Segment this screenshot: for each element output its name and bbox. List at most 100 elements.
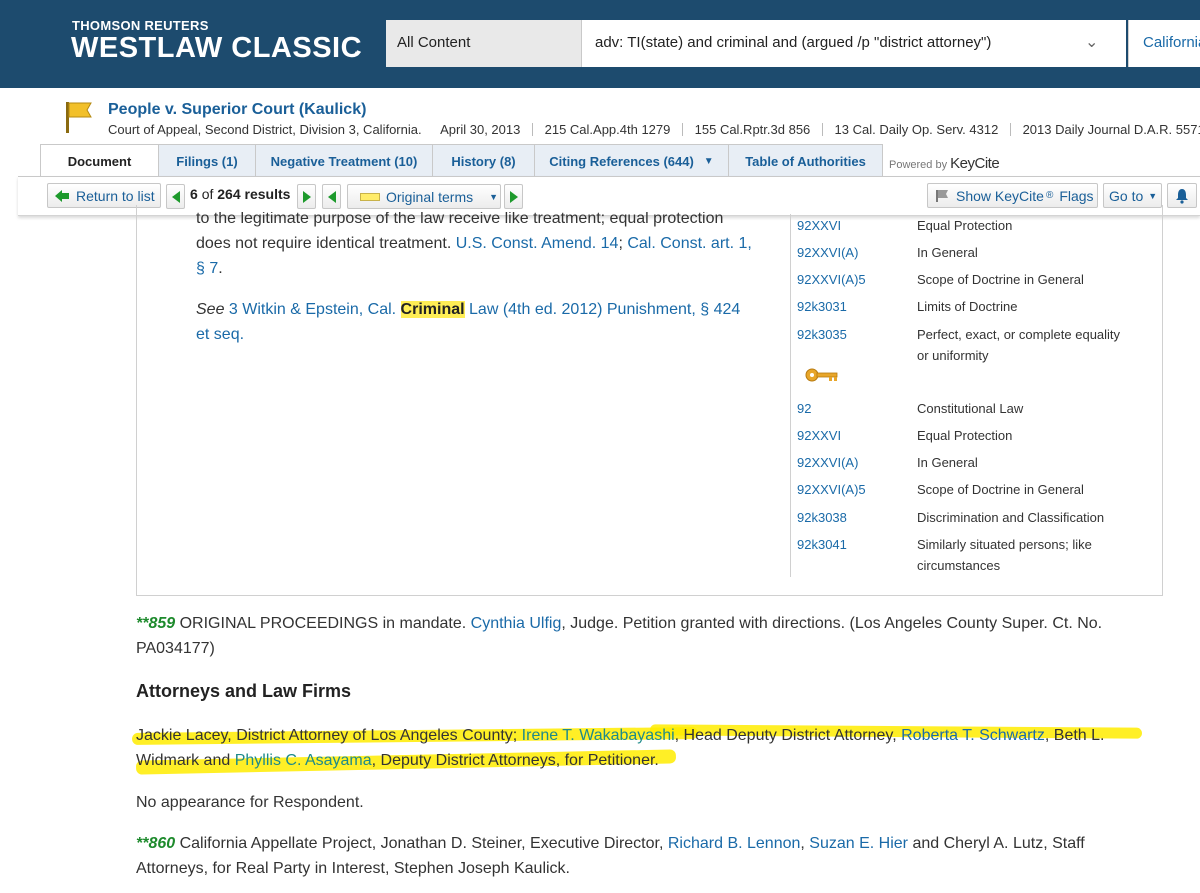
see-reference-line: See 3 Witkin & Epstein, Cal. Criminal La… (196, 297, 740, 322)
tab-citing-references[interactable]: Citing References (644) ▼ (534, 144, 729, 177)
key-number-description: Perfect, exact, or complete equality (917, 327, 1121, 342)
content-type-value: All Content (397, 34, 471, 51)
alert-bell-button[interactable] (1167, 183, 1197, 208)
return-to-list-label: Return to list (76, 187, 155, 204)
headnote-text-line: § 7. (196, 256, 223, 281)
headnote-text: does not require identical treatment. (196, 235, 456, 252)
attorney-link[interactable]: Phyllis C. Asayama (235, 752, 372, 769)
result-of: of (201, 186, 214, 202)
attorneys-line: Jackie Lacey, District Attorney of Los A… (136, 723, 1104, 748)
key-number-description: Similarly situated persons; like (917, 537, 1092, 552)
attorney-text: , Beth L. (1044, 727, 1105, 744)
flag-icon (936, 189, 948, 202)
flag-icon[interactable] (64, 100, 94, 134)
tab-table-of-authorities[interactable]: Table of Authorities (728, 144, 883, 177)
attorney-link[interactable]: Suzan E. Hier (809, 835, 908, 852)
attorney-link[interactable]: Richard B. Lennon (668, 835, 801, 852)
treatise-link[interactable]: et seq. (196, 326, 244, 343)
document-tabs: Document Filings (1) Negative Treatment … (40, 144, 883, 177)
key-number-description: In General (917, 455, 978, 470)
key-number-link[interactable]: 92XXVI(A)5 (797, 272, 866, 287)
key-number-link[interactable]: 92XXVI(A) (797, 455, 858, 470)
key-number-link[interactable]: 92XXVI (797, 218, 841, 233)
attorney-text: , Deputy District Attorneys, for Petitio… (371, 752, 659, 769)
caret-down-icon: ▼ (489, 191, 499, 202)
citation-link[interactable]: Cal. Const. art. 1, (627, 235, 752, 252)
tab-negative-treatment[interactable]: Negative Treatment (10) (255, 144, 433, 177)
treatise-link[interactable]: 3 Witkin & Epstein, Cal. (229, 301, 396, 318)
content-type-select[interactable]: All Content (386, 20, 582, 67)
tab-filings[interactable]: Filings (1) (158, 144, 256, 177)
headnote-divider (790, 214, 791, 577)
arrow-left-icon (327, 190, 336, 203)
attorney-text: Widmark and (136, 752, 235, 769)
court-name: Court of Appeal, Second District, Divisi… (108, 122, 422, 137)
back-arrow-icon (55, 189, 69, 202)
search-input[interactable]: adv: TI(state) and criminal and (argued … (582, 20, 1126, 67)
original-terms-label: Original terms (386, 188, 474, 205)
citation: 13 Cal. Daily Op. Serv. 4312 (834, 122, 999, 137)
registered-mark: ® (1045, 190, 1054, 201)
key-number-link[interactable]: 92XXVI (797, 428, 841, 443)
citation-link[interactable]: U.S. Const. Amend. 14 (456, 235, 619, 252)
arrow-right-icon (509, 190, 518, 203)
citation: 155 Cal.Rptr.3d 856 (694, 122, 811, 137)
key-number-description: circumstances (917, 558, 1001, 573)
jurisdiction-selector[interactable]: California (1128, 20, 1200, 67)
respondent-line: No appearance for Respondent. (136, 794, 364, 811)
key-icon (805, 368, 838, 382)
separator: ; (618, 235, 628, 252)
treatise-link[interactable]: Law (4th ed. 2012) Punishment, § 424 (469, 301, 740, 318)
arrow-right-icon (302, 190, 311, 203)
chevron-down-icon[interactable]: ⌄ (352, 42, 364, 59)
see-reference-line: et seq. (196, 322, 244, 347)
tab-history[interactable]: History (8) (432, 144, 535, 177)
attorney-link[interactable]: Roberta T. Schwartz (901, 727, 1045, 744)
proceedings-text: ORIGINAL PROCEEDINGS in mandate. (175, 615, 471, 632)
proceedings-line: **859 ORIGINAL PROCEEDINGS in mandate. C… (136, 611, 1102, 636)
key-number-link[interactable]: 92k3035 (797, 327, 847, 342)
key-number-link[interactable]: 92k3041 (797, 537, 847, 552)
attorney-text: and Cheryl A. Lutz, Staff (908, 835, 1085, 852)
arrow-left-icon (171, 190, 180, 203)
top-header-bar: THOMSON REUTERS WESTLAW CLASSIC ⌄ All Co… (0, 0, 1200, 88)
star-page-marker: **859 (136, 615, 176, 632)
attorneys-heading: Attorneys and Law Firms (136, 681, 352, 701)
key-number-link[interactable]: 92 (797, 401, 811, 416)
star-page-marker: **860 (136, 835, 176, 852)
chevron-down-icon[interactable]: ⌄ (1085, 32, 1098, 52)
citation: 215 Cal.App.4th 1279 (544, 122, 671, 137)
caret-down-icon[interactable]: ▼ (704, 156, 714, 167)
brand-publisher: THOMSON REUTERS (72, 18, 209, 33)
result-current: 6 (190, 186, 198, 202)
citation-link[interactable]: § 7 (196, 260, 218, 277)
keycite-logo: KeyCite (950, 155, 1000, 172)
tab-document[interactable]: Document (40, 144, 159, 177)
search-term-highlight: Criminal (400, 301, 465, 318)
key-number-link[interactable]: 92k3038 (797, 510, 847, 525)
key-number-description: Equal Protection (917, 218, 1013, 233)
key-number-link[interactable]: 92XXVI(A)5 (797, 482, 866, 497)
brand-product-menu[interactable]: WESTLAW CLASSIC (71, 32, 362, 65)
attorney-text: California Appellate Project, Jonathan D… (175, 835, 668, 852)
key-number-link[interactable]: 92XXVI(A) (797, 245, 858, 260)
key-number-description: Equal Protection (917, 428, 1013, 443)
attorney-text: Jackie Lacey, District Attorney of Los A… (136, 727, 522, 744)
result-total: 264 results (217, 186, 291, 202)
key-number-description: In General (917, 245, 978, 260)
proceedings-text: , Judge. Petition granted with direction… (561, 615, 1103, 632)
case-title: People v. Superior Court (Kaulick) (108, 101, 367, 118)
show-keycite-label: Show KeyCite (956, 187, 1044, 204)
flags-label: Flags (1059, 187, 1094, 204)
see-label: See (196, 301, 225, 318)
bell-icon (1176, 188, 1188, 204)
key-number-description: Discrimination and Classification (917, 510, 1105, 525)
caret-down-icon: ▼ (1148, 190, 1158, 201)
attorney-link[interactable]: Irene T. Wakabayashi (522, 727, 675, 744)
citation: 2013 Daily Journal D.A.R. 5571 (1022, 122, 1200, 137)
headnote-text-line: does not require identical treatment. U.… (196, 231, 752, 256)
judge-link[interactable]: Cynthia Ulfig (471, 615, 562, 632)
key-number-link[interactable]: 92k3031 (797, 299, 847, 314)
term-highlight-swatch (360, 192, 380, 201)
jurisdiction-value: California (1143, 34, 1200, 51)
